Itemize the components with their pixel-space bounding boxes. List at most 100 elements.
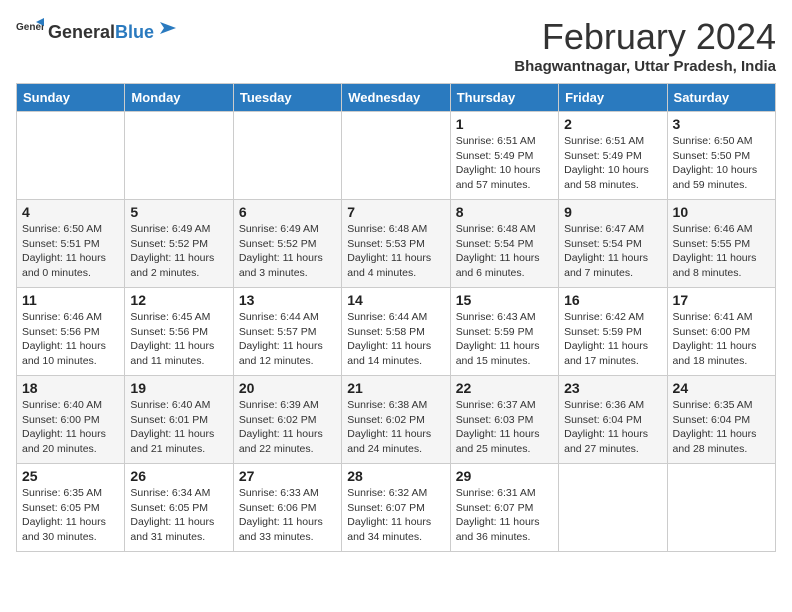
day-cell-3: 3 Sunrise: 6:50 AM Sunset: 5:50 PM Daylig… bbox=[667, 112, 775, 200]
day-cell-26: 26 Sunrise: 6:34 AM Sunset: 6:05 PM Dayli… bbox=[125, 464, 233, 552]
day-info: Sunrise: 6:39 AM Sunset: 6:02 PM Dayligh… bbox=[239, 398, 336, 457]
weekday-header-saturday: Saturday bbox=[667, 84, 775, 112]
day-cell-24: 24 Sunrise: 6:35 AM Sunset: 6:04 PM Dayli… bbox=[667, 376, 775, 464]
day-info: Sunrise: 6:31 AM Sunset: 6:07 PM Dayligh… bbox=[456, 486, 553, 545]
day-info: Sunrise: 6:51 AM Sunset: 5:49 PM Dayligh… bbox=[456, 134, 553, 193]
weekday-header-monday: Monday bbox=[125, 84, 233, 112]
week-row-4: 18Sunrise: 6:40 AM Sunset: 6:00 PM Dayli… bbox=[17, 376, 776, 464]
day-info: Sunrise: 6:41 AM Sunset: 6:00 PM Dayligh… bbox=[673, 310, 770, 369]
day-info: Sunrise: 6:45 AM Sunset: 5:56 PM Dayligh… bbox=[130, 310, 227, 369]
day-number: 14 bbox=[347, 292, 444, 308]
day-info: Sunrise: 6:49 AM Sunset: 5:52 PM Dayligh… bbox=[239, 222, 336, 281]
day-info: Sunrise: 6:35 AM Sunset: 6:05 PM Dayligh… bbox=[22, 486, 119, 545]
logo-icon: General bbox=[16, 16, 44, 44]
day-info: Sunrise: 6:40 AM Sunset: 6:01 PM Dayligh… bbox=[130, 398, 227, 457]
day-info: Sunrise: 6:44 AM Sunset: 5:57 PM Dayligh… bbox=[239, 310, 336, 369]
day-cell-20: 20 Sunrise: 6:39 AM Sunset: 6:02 PM Dayli… bbox=[233, 376, 341, 464]
day-number: 9 bbox=[564, 204, 661, 220]
day-info: Sunrise: 6:48 AM Sunset: 5:53 PM Dayligh… bbox=[347, 222, 444, 281]
calendar-table: SundayMondayTuesdayWednesdayThursdayFrid… bbox=[16, 83, 776, 552]
day-number: 23 bbox=[564, 380, 661, 396]
day-info: Sunrise: 6:35 AM Sunset: 6:04 PM Dayligh… bbox=[673, 398, 770, 457]
day-number: 24 bbox=[673, 380, 770, 396]
day-number: 13 bbox=[239, 292, 336, 308]
day-info: Sunrise: 6:50 AM Sunset: 5:51 PM Dayligh… bbox=[22, 222, 119, 281]
day-number: 1 bbox=[456, 116, 553, 132]
logo-general: General bbox=[48, 22, 115, 43]
day-cell-5: 5 Sunrise: 6:49 AM Sunset: 5:52 PM Daylig… bbox=[125, 200, 233, 288]
day-number: 2 bbox=[564, 116, 661, 132]
day-cell-1: 1 Sunrise: 6:51 AM Sunset: 5:49 PM Daylig… bbox=[450, 112, 558, 200]
day-info: Sunrise: 6:43 AM Sunset: 5:59 PM Dayligh… bbox=[456, 310, 553, 369]
empty-cell bbox=[559, 464, 667, 552]
day-number: 16 bbox=[564, 292, 661, 308]
day-number: 29 bbox=[456, 468, 553, 484]
day-cell-10: 10 Sunrise: 6:46 AM Sunset: 5:55 PM Dayli… bbox=[667, 200, 775, 288]
day-cell-15: 15 Sunrise: 6:43 AM Sunset: 5:59 PM Dayli… bbox=[450, 288, 558, 376]
day-cell-12: 12 Sunrise: 6:45 AM Sunset: 5:56 PM Dayli… bbox=[125, 288, 233, 376]
day-number: 26 bbox=[130, 468, 227, 484]
day-number: 25 bbox=[22, 468, 119, 484]
day-info: Sunrise: 6:37 AM Sunset: 6:03 PM Dayligh… bbox=[456, 398, 553, 457]
day-info: Sunrise: 6:32 AM Sunset: 6:07 PM Dayligh… bbox=[347, 486, 444, 545]
day-number: 12 bbox=[130, 292, 227, 308]
day-cell-23: 23 Sunrise: 6:36 AM Sunset: 6:04 PM Dayli… bbox=[559, 376, 667, 464]
day-info: Sunrise: 6:36 AM Sunset: 6:04 PM Dayligh… bbox=[564, 398, 661, 457]
day-cell-4: 4 Sunrise: 6:50 AM Sunset: 5:51 PM Daylig… bbox=[17, 200, 125, 288]
day-info: Sunrise: 6:44 AM Sunset: 5:58 PM Dayligh… bbox=[347, 310, 444, 369]
day-cell-17: 17Sunrise: 6:41 AM Sunset: 6:00 PM Dayli… bbox=[667, 288, 775, 376]
day-cell-27: 27 Sunrise: 6:33 AM Sunset: 6:06 PM Dayli… bbox=[233, 464, 341, 552]
empty-cell bbox=[17, 112, 125, 200]
day-cell-8: 8 Sunrise: 6:48 AM Sunset: 5:54 PM Daylig… bbox=[450, 200, 558, 288]
day-cell-21: 21 Sunrise: 6:38 AM Sunset: 6:02 PM Dayli… bbox=[342, 376, 450, 464]
day-info: Sunrise: 6:38 AM Sunset: 6:02 PM Dayligh… bbox=[347, 398, 444, 457]
day-number: 20 bbox=[239, 380, 336, 396]
day-cell-25: 25 Sunrise: 6:35 AM Sunset: 6:05 PM Dayli… bbox=[17, 464, 125, 552]
day-number: 27 bbox=[239, 468, 336, 484]
day-info: Sunrise: 6:40 AM Sunset: 6:00 PM Dayligh… bbox=[22, 398, 119, 457]
day-number: 21 bbox=[347, 380, 444, 396]
day-info: Sunrise: 6:51 AM Sunset: 5:49 PM Dayligh… bbox=[564, 134, 661, 193]
day-cell-6: 6 Sunrise: 6:49 AM Sunset: 5:52 PM Daylig… bbox=[233, 200, 341, 288]
logo: General GeneralBlue bbox=[16, 16, 176, 44]
day-info: Sunrise: 6:47 AM Sunset: 5:54 PM Dayligh… bbox=[564, 222, 661, 281]
day-cell-19: 19 Sunrise: 6:40 AM Sunset: 6:01 PM Dayli… bbox=[125, 376, 233, 464]
day-number: 3 bbox=[673, 116, 770, 132]
calendar-subtitle: Bhagwantnagar, Uttar Pradesh, India bbox=[514, 58, 776, 75]
logo-arrow-icon bbox=[156, 18, 176, 38]
day-cell-7: 7 Sunrise: 6:48 AM Sunset: 5:53 PM Daylig… bbox=[342, 200, 450, 288]
day-number: 19 bbox=[130, 380, 227, 396]
day-number: 28 bbox=[347, 468, 444, 484]
week-row-5: 25 Sunrise: 6:35 AM Sunset: 6:05 PM Dayli… bbox=[17, 464, 776, 552]
day-cell-18: 18Sunrise: 6:40 AM Sunset: 6:00 PM Dayli… bbox=[17, 376, 125, 464]
day-info: Sunrise: 6:46 AM Sunset: 5:55 PM Dayligh… bbox=[673, 222, 770, 281]
empty-cell bbox=[125, 112, 233, 200]
empty-cell bbox=[667, 464, 775, 552]
day-cell-22: 22Sunrise: 6:37 AM Sunset: 6:03 PM Dayli… bbox=[450, 376, 558, 464]
day-number: 7 bbox=[347, 204, 444, 220]
day-number: 10 bbox=[673, 204, 770, 220]
day-number: 6 bbox=[239, 204, 336, 220]
calendar-title: February 2024 bbox=[514, 16, 776, 58]
day-number: 5 bbox=[130, 204, 227, 220]
day-cell-13: 13 Sunrise: 6:44 AM Sunset: 5:57 PM Dayli… bbox=[233, 288, 341, 376]
weekday-header-friday: Friday bbox=[559, 84, 667, 112]
week-row-1: 1 Sunrise: 6:51 AM Sunset: 5:49 PM Daylig… bbox=[17, 112, 776, 200]
day-info: Sunrise: 6:46 AM Sunset: 5:56 PM Dayligh… bbox=[22, 310, 119, 369]
title-area: February 2024 Bhagwantnagar, Uttar Prade… bbox=[514, 16, 776, 75]
day-info: Sunrise: 6:33 AM Sunset: 6:06 PM Dayligh… bbox=[239, 486, 336, 545]
day-info: Sunrise: 6:48 AM Sunset: 5:54 PM Dayligh… bbox=[456, 222, 553, 281]
day-info: Sunrise: 6:50 AM Sunset: 5:50 PM Dayligh… bbox=[673, 134, 770, 193]
week-row-2: 4 Sunrise: 6:50 AM Sunset: 5:51 PM Daylig… bbox=[17, 200, 776, 288]
day-info: Sunrise: 6:49 AM Sunset: 5:52 PM Dayligh… bbox=[130, 222, 227, 281]
weekday-header-wednesday: Wednesday bbox=[342, 84, 450, 112]
day-number: 4 bbox=[22, 204, 119, 220]
day-number: 8 bbox=[456, 204, 553, 220]
weekday-header-tuesday: Tuesday bbox=[233, 84, 341, 112]
day-number: 15 bbox=[456, 292, 553, 308]
day-cell-2: 2 Sunrise: 6:51 AM Sunset: 5:49 PM Daylig… bbox=[559, 112, 667, 200]
day-info: Sunrise: 6:34 AM Sunset: 6:05 PM Dayligh… bbox=[130, 486, 227, 545]
weekday-header-sunday: Sunday bbox=[17, 84, 125, 112]
header: General GeneralBlue February 2024 Bhagwa… bbox=[16, 16, 776, 75]
day-number: 11 bbox=[22, 292, 119, 308]
